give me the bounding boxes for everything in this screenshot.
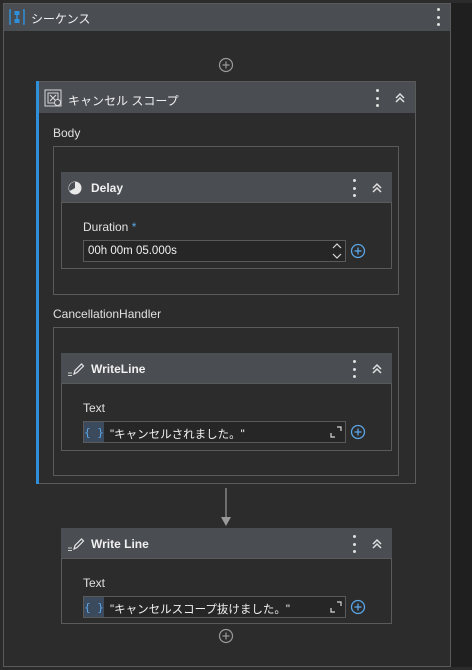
duration-spinner-icon[interactable] [331,241,343,261]
delay-menu-icon[interactable] [351,179,357,197]
expression-brace-icon[interactable]: { } [84,422,104,442]
selection-accent [36,81,39,484]
pencil-icon [67,536,85,552]
sequence-icon [9,9,25,25]
writeline1-add-icon[interactable] [350,424,366,440]
writeline1-text-value: "キャンセルされました。" [110,429,245,441]
delay-title: Delay [91,181,124,195]
add-activity-bottom-icon[interactable] [218,628,234,644]
writeline1-text-label: Text [83,401,106,415]
writeline1-title: WriteLine [91,362,146,376]
pencil-icon [67,361,85,377]
duration-value: 00h 00m 05.000s [88,245,177,257]
writeline2-collapse-icon[interactable] [370,537,384,551]
expand-editor-icon[interactable] [329,425,343,439]
writeline1-collapse-icon[interactable] [370,362,384,376]
writeline2-text-label: Text [83,576,106,590]
vertical-scrollbar[interactable] [451,3,472,667]
cancel-scope-menu-icon[interactable] [374,89,380,107]
delay-collapse-icon[interactable] [370,181,384,195]
writeline2-add-icon[interactable] [350,599,366,615]
cancellation-handler-label: CancellationHandler [53,307,162,321]
expand-editor-icon[interactable] [329,600,343,614]
writeline1-menu-icon[interactable] [351,360,357,378]
expression-brace-icon[interactable]: { } [84,597,104,617]
body-label: Body [53,126,81,140]
cancel-scope-icon [44,89,62,107]
writeline2-text-value: "キャンセルスコープ抜けました。" [110,604,290,616]
writeline2-menu-icon[interactable] [351,535,357,553]
sequence-menu-icon[interactable] [435,8,441,26]
cancel-scope-title: キャンセル スコープ [68,94,179,108]
flow-arrow-icon [219,488,233,528]
cancel-scope-collapse-icon[interactable] [393,91,407,105]
duration-label-text: Duration [83,220,129,234]
duration-label: Duration * [83,220,136,234]
sequence-title: シーケンス [31,12,91,26]
writeline2-title: Write Line [91,537,149,551]
duration-add-icon[interactable] [350,243,366,259]
required-mark: * [131,220,137,234]
add-activity-top-icon[interactable] [218,57,234,73]
clock-icon [67,180,83,196]
